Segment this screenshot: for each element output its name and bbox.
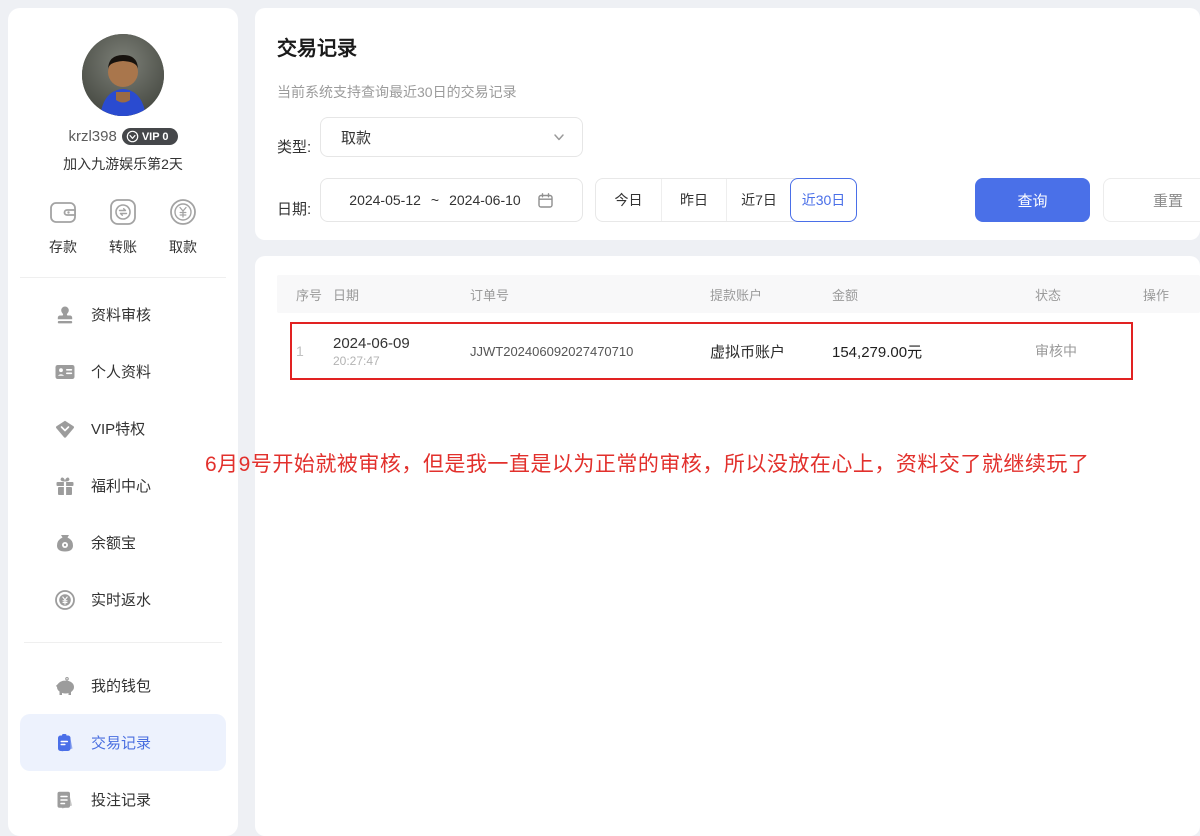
- id-card-icon: [54, 361, 76, 383]
- vip-label: VIP 0: [142, 131, 169, 143]
- quick-actions: 存款 转账 取款: [8, 196, 238, 257]
- sidebar-item-label: 我的钱包: [91, 675, 151, 696]
- sidebar-item-label: 交易记录: [91, 732, 151, 753]
- date-end: 2024-06-10: [449, 192, 521, 208]
- transfer-label: 转账: [109, 237, 137, 257]
- withdraw-icon: [167, 196, 199, 228]
- piggy-bank-icon: [54, 675, 76, 697]
- profile-section: krzl398 VIP 0 加入九游娱乐第2天: [8, 8, 238, 174]
- clipboard-icon: [54, 732, 76, 754]
- date-start: 2024-05-12: [349, 192, 421, 208]
- col-account: 提款账户: [710, 285, 832, 304]
- date-separator: ~: [431, 192, 439, 208]
- col-index: 序号: [277, 285, 333, 304]
- filters-card: 交易记录 当前系统支持查询最近30日的交易记录 类型: 取款 日期: 2024-…: [255, 8, 1200, 240]
- sidebar-menu: 资料审核 个人资料 VIP特权: [8, 278, 238, 828]
- annotation-text: 6月9号开始就被审核，但是我一直是以为正常的审核，所以没放在心上，资料交了就继续…: [205, 448, 1125, 478]
- type-select-value: 取款: [341, 127, 371, 148]
- avatar-image: [82, 34, 164, 116]
- records-table-card: 序号 日期 订单号 提款账户 金额 状态 操作 1 2024-06-09 20:…: [255, 256, 1200, 836]
- row-order-no: JJWT202406092027470710: [470, 344, 710, 359]
- table-header-row: 序号 日期 订单号 提款账户 金额 状态 操作: [277, 275, 1200, 313]
- row-status-badge: 审核中: [1035, 341, 1143, 361]
- sidebar-item-label: 福利中心: [91, 475, 151, 496]
- vip-badge[interactable]: VIP 0: [122, 128, 178, 145]
- stamp-icon: [54, 304, 76, 326]
- page-subtitle: 当前系统支持查询最近30日的交易记录: [277, 82, 517, 102]
- sidebar-divider: [24, 642, 222, 643]
- sidebar-item-label: 余额宝: [91, 532, 136, 553]
- sidebar-item-welfare-center[interactable]: 福利中心: [20, 457, 226, 514]
- row-date: 2024-06-09 20:27:47: [333, 335, 470, 368]
- date-range-picker[interactable]: 2024-05-12 ~ 2024-06-10: [320, 178, 583, 222]
- range-today-button[interactable]: 今日: [596, 179, 661, 221]
- search-button[interactable]: 查询: [975, 178, 1090, 222]
- sidebar-item-vip-privileges[interactable]: VIP特权: [20, 400, 226, 457]
- page: krzl398 VIP 0 加入九游娱乐第2天 存款: [0, 0, 1200, 836]
- join-text: 加入九游娱乐第2天: [8, 154, 238, 174]
- quick-range-group: 今日 昨日 近7日 近30日: [595, 178, 857, 222]
- withdraw-button[interactable]: 取款: [160, 196, 206, 257]
- transfer-button[interactable]: 转账: [100, 196, 146, 257]
- username: krzl398: [68, 128, 116, 145]
- col-date: 日期: [333, 285, 470, 304]
- row-index: 1: [277, 343, 333, 359]
- sidebar-item-transaction-records[interactable]: 交易记录: [20, 714, 226, 771]
- range-7days-button[interactable]: 近7日: [726, 179, 791, 221]
- row-time-value: 20:27:47: [333, 354, 470, 368]
- col-action: 操作: [1143, 285, 1200, 304]
- sidebar-item-personal-info[interactable]: 个人资料: [20, 343, 226, 400]
- row-account: 虚拟币账户: [710, 341, 832, 362]
- rebate-icon: [54, 589, 76, 611]
- row-date-value: 2024-06-09: [333, 335, 470, 352]
- withdraw-label: 取款: [169, 237, 197, 257]
- gift-icon: [54, 475, 76, 497]
- sidebar-item-realtime-rebate[interactable]: 实时返水: [20, 571, 226, 628]
- chevron-down-icon: [552, 130, 566, 144]
- sidebar-item-label: 个人资料: [91, 361, 151, 382]
- sidebar-item-my-wallet[interactable]: 我的钱包: [20, 657, 226, 714]
- sidebar-item-profile-review[interactable]: 资料审核: [20, 286, 226, 343]
- type-select[interactable]: 取款: [320, 117, 583, 157]
- sidebar-item-label: 实时返水: [91, 589, 151, 610]
- sidebar-item-label: VIP特权: [91, 418, 145, 439]
- page-title: 交易记录: [277, 32, 357, 61]
- calendar-icon: [537, 192, 554, 209]
- type-filter-label: 类型:: [277, 136, 311, 157]
- vip-icon: [54, 418, 76, 440]
- deposit-label: 存款: [49, 237, 77, 257]
- sidebar: krzl398 VIP 0 加入九游娱乐第2天 存款: [8, 8, 238, 836]
- transfer-icon: [107, 196, 139, 228]
- reset-button[interactable]: 重置: [1103, 178, 1200, 222]
- col-status: 状态: [1035, 285, 1143, 304]
- col-order-no: 订单号: [470, 285, 710, 304]
- deposit-button[interactable]: 存款: [40, 196, 86, 257]
- money-bag-icon: [54, 532, 76, 554]
- avatar[interactable]: [82, 34, 164, 116]
- row-amount: 154,279.00元: [832, 341, 1035, 362]
- sidebar-item-betting-records[interactable]: 投注记录: [20, 771, 226, 828]
- sidebar-item-label: 投注记录: [91, 789, 151, 810]
- col-amount: 金额: [832, 285, 1035, 304]
- table-row[interactable]: 1 2024-06-09 20:27:47 JJWT20240609202747…: [277, 322, 1200, 380]
- sidebar-item-yuebao[interactable]: 余额宝: [20, 514, 226, 571]
- sidebar-item-label: 资料审核: [91, 304, 151, 325]
- notebook-icon: [54, 789, 76, 811]
- date-filter-label: 日期:: [277, 198, 311, 219]
- wallet-icon: [47, 196, 79, 228]
- range-30days-button[interactable]: 近30日: [790, 178, 857, 222]
- vip-shield-icon: [126, 130, 139, 143]
- range-yesterday-button[interactable]: 昨日: [661, 179, 726, 221]
